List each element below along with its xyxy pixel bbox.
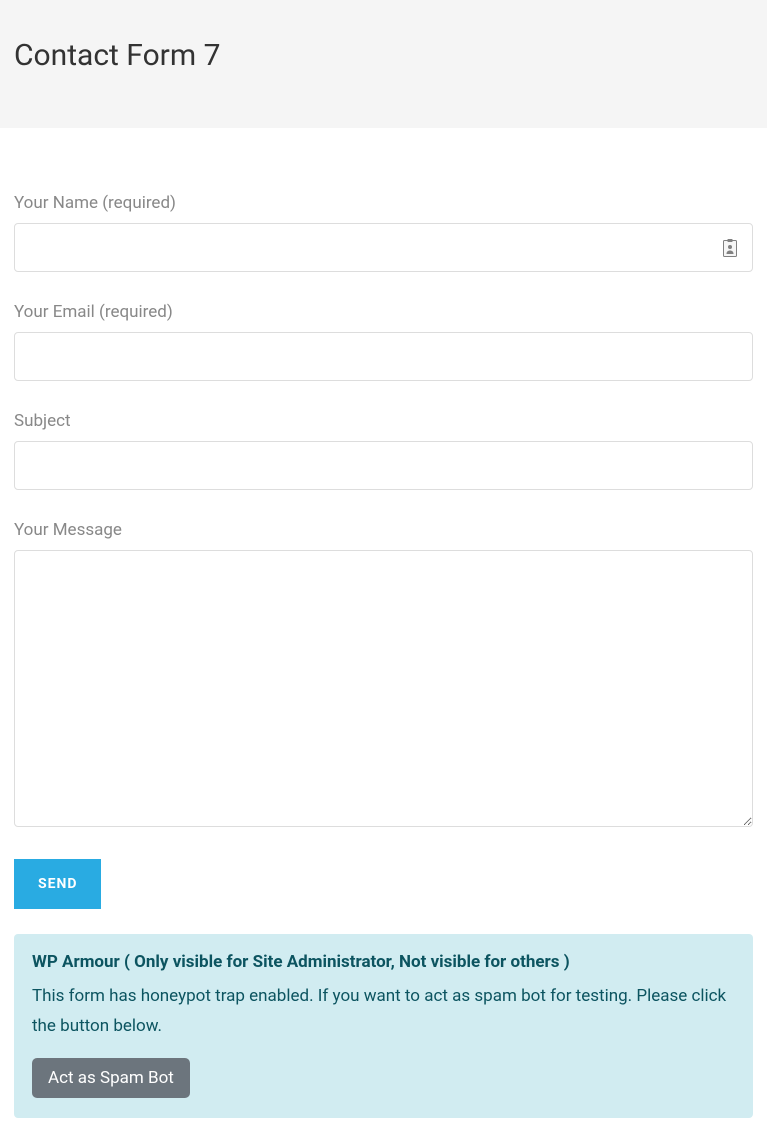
subject-field-group: Subject bbox=[14, 411, 753, 490]
email-field-group: Your Email (required) bbox=[14, 302, 753, 381]
name-field-group: Your Name (required) bbox=[14, 193, 753, 272]
email-label: Your Email (required) bbox=[14, 302, 753, 322]
admin-notice-text: This form has honeypot trap enabled. If … bbox=[32, 982, 735, 1042]
spam-bot-button[interactable]: Act as Spam Bot bbox=[32, 1058, 190, 1098]
name-label: Your Name (required) bbox=[14, 193, 753, 213]
email-input[interactable] bbox=[14, 332, 753, 381]
contact-form: Your Name (required) Your Email (require… bbox=[0, 128, 767, 1138]
name-input[interactable] bbox=[14, 223, 753, 272]
admin-notice-title: WP Armour ( Only visible for Site Admini… bbox=[32, 952, 735, 972]
subject-label: Subject bbox=[14, 411, 753, 431]
send-button[interactable]: SEND bbox=[14, 859, 101, 909]
page-title: Contact Form 7 bbox=[14, 38, 753, 73]
name-input-wrapper bbox=[14, 223, 753, 272]
subject-input[interactable] bbox=[14, 441, 753, 490]
message-label: Your Message bbox=[14, 520, 753, 540]
header-bar: Contact Form 7 bbox=[0, 0, 767, 128]
message-textarea[interactable] bbox=[14, 550, 753, 827]
admin-notice: WP Armour ( Only visible for Site Admini… bbox=[14, 934, 753, 1118]
message-field-group: Your Message bbox=[14, 520, 753, 831]
